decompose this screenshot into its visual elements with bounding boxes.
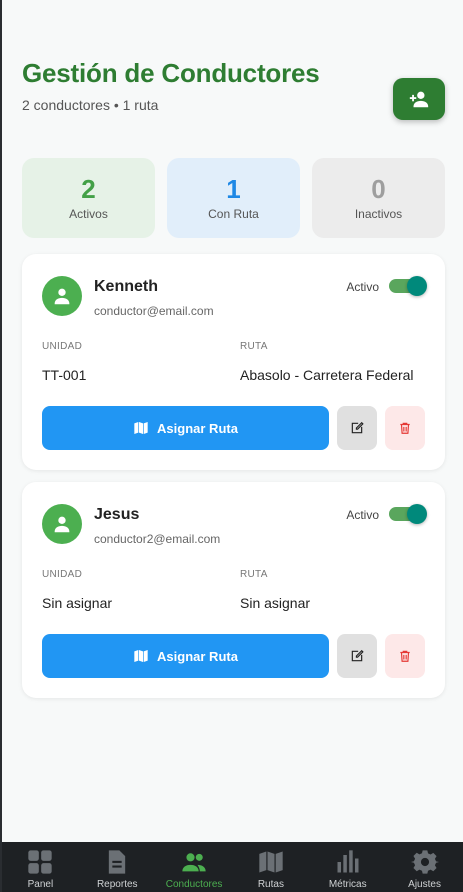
assign-route-button[interactable]: Asignar Ruta — [42, 406, 329, 450]
document-icon — [109, 850, 126, 874]
unit-value: Sin asignar — [42, 595, 113, 611]
route-label: RUTA — [240, 569, 268, 580]
stat-inactive: 0 Inactivos — [312, 158, 445, 238]
screen: Gestión de Conductores 2 conductores • 1… — [2, 0, 463, 892]
map-icon — [134, 422, 148, 434]
gear-icon — [410, 850, 439, 874]
nav-item-metrics[interactable]: Métricas — [309, 842, 386, 892]
toggle-knob — [407, 276, 427, 296]
nav-label: Ajustes — [408, 879, 441, 890]
driver-email: conductor2@email.com — [94, 532, 221, 546]
unit-value: TT-001 — [42, 367, 87, 383]
nav-item-routes[interactable]: Rutas — [232, 842, 309, 892]
driver-card: Jesus conductor2@email.com Activo UNIDAD… — [22, 482, 445, 698]
edit-icon — [351, 421, 364, 434]
trash-icon — [400, 422, 410, 434]
nav-label: Métricas — [328, 879, 367, 890]
stat-with-route: 1 Con Ruta — [167, 158, 300, 238]
assign-route-button[interactable]: Asignar Ruta — [42, 634, 329, 678]
status-label: Activo — [346, 508, 379, 522]
stats-row: 2 Activos 1 Con Ruta 0 Inactivos — [22, 158, 445, 238]
trash-icon — [400, 650, 410, 662]
stat-with-route-value: 1 — [226, 174, 241, 204]
add-driver-button[interactable] — [393, 78, 445, 120]
nav-label: Rutas — [257, 879, 284, 890]
stat-active-value: 2 — [81, 174, 96, 204]
nav-label: Conductores — [165, 879, 223, 890]
avatar — [42, 504, 82, 544]
nav-item-reports[interactable]: Reportes — [79, 842, 156, 892]
driver-name: Kenneth — [94, 278, 158, 295]
unit-label: UNIDAD — [42, 569, 83, 580]
page-title: Gestión de Conductores — [22, 58, 320, 88]
map-icon — [134, 650, 148, 662]
avatar — [42, 276, 82, 316]
driver-card: Kenneth conductor@email.com Activo UNIDA… — [22, 254, 445, 470]
person-icon — [54, 516, 70, 533]
driver-name: Jesus — [94, 506, 140, 523]
assign-route-label: Asignar Ruta — [157, 648, 238, 664]
stat-inactive-label: Inactivos — [354, 207, 403, 221]
nav-label: Reportes — [96, 879, 138, 890]
person-icon — [54, 288, 70, 305]
toggle-knob — [407, 504, 427, 524]
route-value: Abasolo - Carretera Federal — [240, 367, 414, 383]
nav-item-drivers[interactable]: Conductores — [156, 842, 233, 892]
active-toggle[interactable] — [389, 504, 427, 524]
bottom-nav: Panel Reportes Conductores Rutas Métrica… — [2, 842, 463, 892]
map-icon — [259, 851, 283, 873]
stat-active-label: Activos — [69, 207, 108, 221]
bar-chart-icon — [337, 850, 359, 873]
unit-label: UNIDAD — [42, 341, 83, 352]
driver-email: conductor@email.com — [94, 304, 214, 318]
stat-inactive-value: 0 — [371, 174, 386, 204]
page-header: Gestión de Conductores 2 conductores • 1… — [22, 58, 445, 128]
active-toggle[interactable] — [389, 276, 427, 296]
route-label: RUTA — [240, 341, 268, 352]
delete-button[interactable] — [385, 406, 425, 450]
stat-active: 2 Activos — [22, 158, 155, 238]
nav-item-settings[interactable]: Ajustes — [386, 842, 463, 892]
nav-label: Panel — [27, 879, 54, 890]
delete-button[interactable] — [385, 634, 425, 678]
edit-icon — [351, 649, 364, 662]
add-user-icon — [409, 91, 429, 108]
grid-icon — [28, 850, 53, 874]
status-label: Activo — [346, 280, 379, 294]
assign-route-label: Asignar Ruta — [157, 420, 238, 436]
edit-button[interactable] — [337, 406, 377, 450]
users-icon — [182, 853, 206, 872]
route-value: Sin asignar — [240, 595, 311, 611]
nav-item-panel[interactable]: Panel — [2, 842, 79, 892]
page-subtitle: 2 conductores • 1 ruta — [22, 97, 159, 113]
edit-button[interactable] — [337, 634, 377, 678]
stat-with-route-label: Con Ruta — [208, 207, 259, 221]
